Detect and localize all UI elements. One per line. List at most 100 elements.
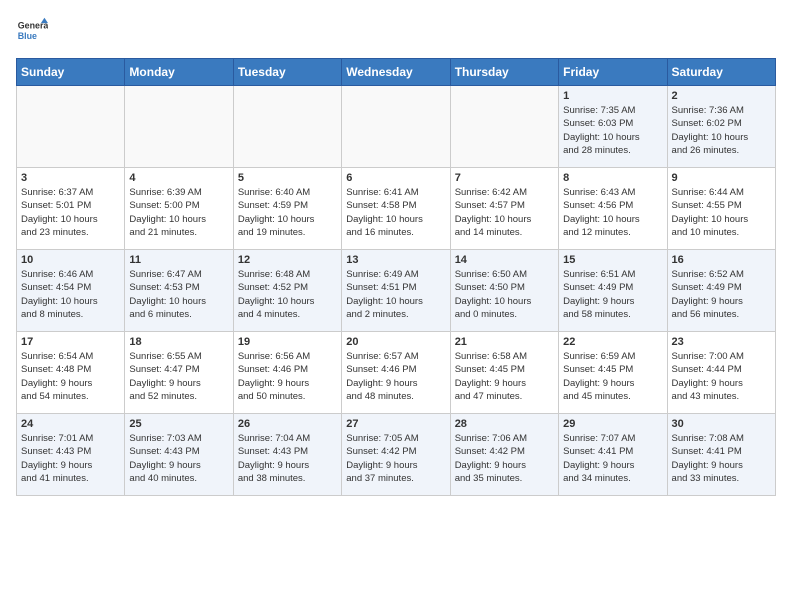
svg-text:Blue: Blue — [18, 31, 37, 41]
day-cell: 17Sunrise: 6:54 AM Sunset: 4:48 PM Dayli… — [17, 332, 125, 414]
day-info: Sunrise: 6:58 AM Sunset: 4:45 PM Dayligh… — [455, 350, 554, 403]
day-cell — [233, 86, 341, 168]
day-cell: 24 Sunrise: 7:01 AM Sunset: 4:43 PM Dayli… — [17, 414, 125, 496]
day-number: 29 — [563, 418, 662, 430]
day-cell: 2 Sunrise: 7:36 AM Sunset: 6:02 PM Daylig… — [667, 86, 775, 168]
day-cell — [125, 86, 233, 168]
day-cell: 25Sunrise: 7:03 AM Sunset: 4:43 PM Dayli… — [125, 414, 233, 496]
day-info: Sunrise: 6:41 AM Sunset: 4:58 PM Dayligh… — [346, 186, 445, 239]
logo: General Blue — [16, 16, 54, 48]
day-info: Sunrise: 6:42 AM Sunset: 4:57 PM Dayligh… — [455, 186, 554, 239]
day-cell: 1Sunrise: 7:35 AM Sunset: 6:03 PM Daylig… — [559, 86, 667, 168]
day-info: Sunrise: 6:49 AM Sunset: 4:51 PM Dayligh… — [346, 268, 445, 321]
day-number: 23 — [672, 336, 771, 348]
day-cell: 15 Sunrise: 6:51 AM Sunset: 4:49 PM Dayli… — [559, 250, 667, 332]
day-number: 12 — [238, 254, 337, 266]
day-number: 4 — [129, 172, 228, 184]
day-header-tuesday: Tuesday — [233, 59, 341, 86]
day-number: 10 — [21, 254, 120, 266]
day-cell: 14 Sunrise: 6:50 AM Sunset: 4:50 PM Dayli… — [450, 250, 558, 332]
day-cell: 11 Sunrise: 6:47 AM Sunset: 4:53 PM Dayli… — [125, 250, 233, 332]
day-cell: 8 Sunrise: 6:43 AM Sunset: 4:56 PM Daylig… — [559, 168, 667, 250]
day-header-sunday: Sunday — [17, 59, 125, 86]
day-cell: 19 Sunrise: 6:56 AM Sunset: 4:46 PM Dayli… — [233, 332, 341, 414]
day-info: Sunrise: 6:54 AM Sunset: 4:48 PM Dayligh… — [21, 350, 120, 403]
day-cell — [17, 86, 125, 168]
day-number: 15 — [563, 254, 662, 266]
day-info: Sunrise: 6:39 AM Sunset: 5:00 PM Dayligh… — [129, 186, 228, 239]
day-number: 26 — [238, 418, 337, 430]
day-number: 11 — [129, 254, 228, 266]
day-info: Sunrise: 6:55 AM Sunset: 4:47 PM Dayligh… — [129, 350, 228, 403]
day-info: Sunrise: 7:36 AM Sunset: 6:02 PM Dayligh… — [672, 104, 771, 157]
day-cell: 16 Sunrise: 6:52 AM Sunset: 4:49 PM Dayli… — [667, 250, 775, 332]
day-cell: 3 Sunrise: 6:37 AM Sunset: 5:01 PM Daylig… — [17, 168, 125, 250]
day-number: 22 — [563, 336, 662, 348]
day-info: Sunrise: 7:00 AM Sunset: 4:44 PM Dayligh… — [672, 350, 771, 403]
logo-icon: General Blue — [16, 16, 48, 48]
day-number: 7 — [455, 172, 554, 184]
day-info: Sunrise: 6:46 AM Sunset: 4:54 PM Dayligh… — [21, 268, 120, 321]
week-row-4: 17Sunrise: 6:54 AM Sunset: 4:48 PM Dayli… — [17, 332, 776, 414]
day-info: Sunrise: 6:56 AM Sunset: 4:46 PM Dayligh… — [238, 350, 337, 403]
day-number: 27 — [346, 418, 445, 430]
day-header-saturday: Saturday — [667, 59, 775, 86]
day-info: Sunrise: 6:47 AM Sunset: 4:53 PM Dayligh… — [129, 268, 228, 321]
day-number: 9 — [672, 172, 771, 184]
day-number: 6 — [346, 172, 445, 184]
day-header-monday: Monday — [125, 59, 233, 86]
day-number: 3 — [21, 172, 120, 184]
day-number: 24 — [21, 418, 120, 430]
day-number: 30 — [672, 418, 771, 430]
day-info: Sunrise: 6:51 AM Sunset: 4:49 PM Dayligh… — [563, 268, 662, 321]
day-cell: 29 Sunrise: 7:07 AM Sunset: 4:41 PM Dayli… — [559, 414, 667, 496]
week-row-5: 24 Sunrise: 7:01 AM Sunset: 4:43 PM Dayli… — [17, 414, 776, 496]
day-cell: 6 Sunrise: 6:41 AM Sunset: 4:58 PM Daylig… — [342, 168, 450, 250]
day-info: Sunrise: 7:05 AM Sunset: 4:42 PM Dayligh… — [346, 432, 445, 485]
day-info: Sunrise: 7:07 AM Sunset: 4:41 PM Dayligh… — [563, 432, 662, 485]
day-info: Sunrise: 6:37 AM Sunset: 5:01 PM Dayligh… — [21, 186, 120, 239]
calendar-header-row: SundayMondayTuesdayWednesdayThursdayFrid… — [17, 59, 776, 86]
day-cell — [342, 86, 450, 168]
day-info: Sunrise: 6:43 AM Sunset: 4:56 PM Dayligh… — [563, 186, 662, 239]
day-cell: 27 Sunrise: 7:05 AM Sunset: 4:42 PM Dayli… — [342, 414, 450, 496]
day-number: 25 — [129, 418, 228, 430]
day-info: Sunrise: 6:44 AM Sunset: 4:55 PM Dayligh… — [672, 186, 771, 239]
day-cell: 30Sunrise: 7:08 AM Sunset: 4:41 PM Dayli… — [667, 414, 775, 496]
day-cell: 4 Sunrise: 6:39 AM Sunset: 5:00 PM Daylig… — [125, 168, 233, 250]
day-cell: 21Sunrise: 6:58 AM Sunset: 4:45 PM Dayli… — [450, 332, 558, 414]
day-info: Sunrise: 6:40 AM Sunset: 4:59 PM Dayligh… — [238, 186, 337, 239]
day-cell: 20 Sunrise: 6:57 AM Sunset: 4:46 PM Dayli… — [342, 332, 450, 414]
day-info: Sunrise: 6:52 AM Sunset: 4:49 PM Dayligh… — [672, 268, 771, 321]
day-cell — [450, 86, 558, 168]
day-cell: 5 Sunrise: 6:40 AM Sunset: 4:59 PM Daylig… — [233, 168, 341, 250]
day-number: 16 — [672, 254, 771, 266]
week-row-3: 10 Sunrise: 6:46 AM Sunset: 4:54 PM Dayli… — [17, 250, 776, 332]
day-cell: 13 Sunrise: 6:49 AM Sunset: 4:51 PM Dayli… — [342, 250, 450, 332]
day-cell: 12Sunrise: 6:48 AM Sunset: 4:52 PM Dayli… — [233, 250, 341, 332]
day-cell: 18Sunrise: 6:55 AM Sunset: 4:47 PM Dayli… — [125, 332, 233, 414]
day-cell: 28 Sunrise: 7:06 AM Sunset: 4:42 PM Dayli… — [450, 414, 558, 496]
day-header-friday: Friday — [559, 59, 667, 86]
day-cell: 22Sunrise: 6:59 AM Sunset: 4:45 PM Dayli… — [559, 332, 667, 414]
day-cell: 10 Sunrise: 6:46 AM Sunset: 4:54 PM Dayli… — [17, 250, 125, 332]
day-number: 20 — [346, 336, 445, 348]
day-number: 5 — [238, 172, 337, 184]
day-number: 14 — [455, 254, 554, 266]
day-number: 28 — [455, 418, 554, 430]
day-cell: 9 Sunrise: 6:44 AM Sunset: 4:55 PM Daylig… — [667, 168, 775, 250]
day-info: Sunrise: 7:04 AM Sunset: 4:43 PM Dayligh… — [238, 432, 337, 485]
day-number: 2 — [672, 90, 771, 102]
day-info: Sunrise: 7:35 AM Sunset: 6:03 PM Dayligh… — [563, 104, 662, 157]
day-info: Sunrise: 6:57 AM Sunset: 4:46 PM Dayligh… — [346, 350, 445, 403]
day-info: Sunrise: 7:06 AM Sunset: 4:42 PM Dayligh… — [455, 432, 554, 485]
week-row-2: 3 Sunrise: 6:37 AM Sunset: 5:01 PM Daylig… — [17, 168, 776, 250]
day-cell: 7 Sunrise: 6:42 AM Sunset: 4:57 PM Daylig… — [450, 168, 558, 250]
day-header-thursday: Thursday — [450, 59, 558, 86]
day-number: 8 — [563, 172, 662, 184]
day-number: 13 — [346, 254, 445, 266]
day-cell: 26 Sunrise: 7:04 AM Sunset: 4:43 PM Dayli… — [233, 414, 341, 496]
day-info: Sunrise: 7:01 AM Sunset: 4:43 PM Dayligh… — [21, 432, 120, 485]
day-number: 19 — [238, 336, 337, 348]
day-info: Sunrise: 6:50 AM Sunset: 4:50 PM Dayligh… — [455, 268, 554, 321]
